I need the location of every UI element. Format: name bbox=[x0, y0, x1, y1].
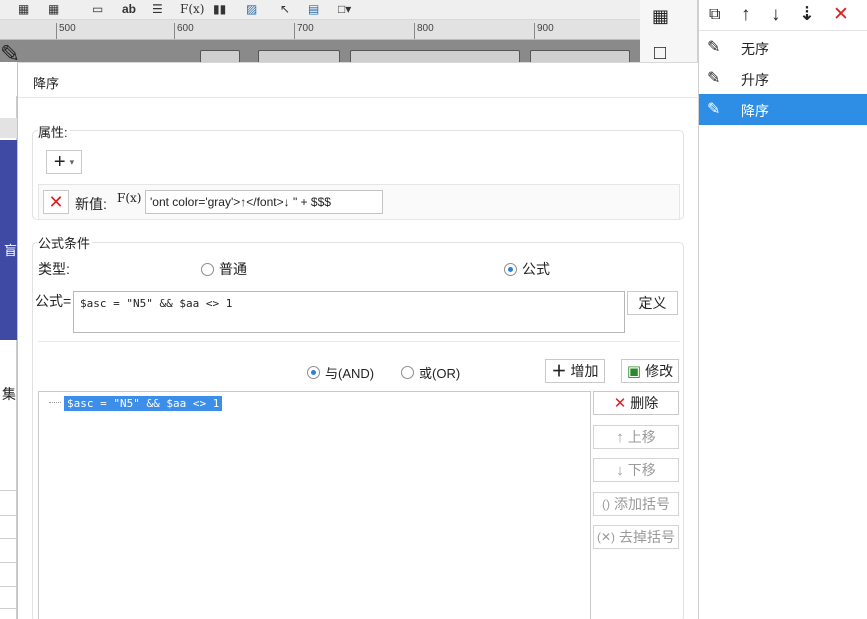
button-label: 去掉括号 bbox=[619, 529, 676, 545]
condition-item-descending[interactable]: ✎ 降序 bbox=[699, 94, 867, 125]
sort-down-icon[interactable]: ⇣ bbox=[799, 4, 815, 26]
ruler: 500 600 700 800 900 bbox=[0, 20, 640, 40]
define-button[interactable]: 定义 bbox=[627, 291, 678, 315]
editor-canvas-strip bbox=[0, 40, 640, 64]
logic-radio-or[interactable]: 或(OR) bbox=[401, 363, 460, 382]
radio-circle bbox=[504, 262, 517, 276]
arrow-down-icon[interactable]: ↓ bbox=[771, 4, 781, 26]
plus-icon: + bbox=[53, 150, 66, 173]
pencil-icon: ✎ bbox=[707, 70, 721, 87]
sheet-edge-line bbox=[0, 490, 17, 491]
type-radio-normal[interactable]: 普通 bbox=[201, 259, 247, 279]
button-label: 删除 bbox=[630, 395, 659, 411]
modify-condition-button[interactable]: ▣ 修改 bbox=[621, 359, 679, 383]
logic-radio-and[interactable]: 与(AND) bbox=[307, 363, 374, 382]
move-up-button[interactable]: ↑ 上移 bbox=[593, 425, 679, 449]
panel-toolbar: ⧉ ↑ ↓ ⇣ ✕ bbox=[699, 0, 867, 31]
button-label: 添加括号 bbox=[614, 496, 670, 512]
condition-list[interactable]: $asc = "N5" && $aa <> 1 bbox=[38, 391, 591, 619]
formula-condition-legend: 公式条件 bbox=[38, 233, 93, 252]
condition-item-label: 降序 bbox=[741, 103, 769, 119]
divider bbox=[38, 341, 680, 342]
add-condition-button[interactable]: ＋ 增加 bbox=[545, 359, 605, 383]
radio-circle bbox=[201, 262, 214, 276]
sheet-edge-char: 集 bbox=[2, 386, 16, 402]
cell-properties-icon[interactable]: ▦ bbox=[652, 6, 669, 27]
document-icon[interactable]: ▤ bbox=[308, 2, 319, 16]
ruler-tick: 600 bbox=[174, 23, 194, 39]
plus-icon: ＋ bbox=[551, 362, 567, 380]
condition-list-panel: ⧉ ↑ ↓ ⇣ ✕ ✎ 无序 ✎ 升序 ✎ 降序 bbox=[698, 0, 867, 619]
condition-item-label: 升序 bbox=[741, 72, 769, 88]
ruler-tick: 500 bbox=[56, 23, 76, 39]
condition-item-ascending[interactable]: ✎ 升序 bbox=[699, 63, 867, 94]
ruler-tick: 700 bbox=[294, 23, 314, 39]
bar-chart-icon[interactable]: ▮▮ bbox=[213, 2, 226, 16]
arrow-up-icon: ↑ bbox=[616, 428, 624, 446]
button-label: 下移 bbox=[627, 462, 656, 478]
grid-icon[interactable]: ▦ bbox=[18, 2, 29, 16]
delete-condition-button[interactable]: ✕ 删除 bbox=[593, 391, 679, 415]
arrow-down-icon: ↓ bbox=[616, 461, 624, 479]
radio-label: 或(OR) bbox=[419, 366, 461, 381]
sheet-edge-header bbox=[0, 118, 17, 138]
radio-circle bbox=[401, 366, 414, 379]
radio-label: 与(AND) bbox=[325, 366, 375, 381]
ruler-tick: 900 bbox=[534, 23, 554, 39]
sheet-edge-line bbox=[0, 608, 17, 609]
condition-item-label: 无序 bbox=[741, 41, 769, 57]
chevron-down-icon: ▾ bbox=[69, 156, 75, 167]
button-label: 上移 bbox=[627, 429, 656, 445]
type-radio-formula[interactable]: 公式 bbox=[504, 259, 550, 279]
sheet-edge-line bbox=[0, 586, 17, 587]
add-attribute-button[interactable]: + ▾ bbox=[46, 150, 82, 174]
remove-attribute-button[interactable]: ✕ bbox=[43, 190, 69, 214]
delete-icon[interactable]: ✕ bbox=[833, 4, 849, 26]
button-label: 增加 bbox=[570, 363, 599, 379]
edit-icon: ▣ bbox=[626, 362, 642, 380]
text-ab-icon[interactable]: ab bbox=[122, 2, 136, 16]
formula-icon[interactable]: F(x) bbox=[180, 2, 204, 16]
formula-input[interactable]: $asc = "N5" && $aa <> 1 bbox=[73, 291, 625, 333]
radio-label: 普通 bbox=[219, 261, 247, 277]
radio-circle bbox=[307, 366, 320, 379]
type-label: 类型: bbox=[38, 261, 70, 277]
close-icon: ✕ bbox=[613, 394, 627, 412]
formula-label: 公式= bbox=[35, 293, 72, 309]
pencil-icon: ✎ bbox=[707, 39, 721, 56]
textbox-icon[interactable]: ▭ bbox=[92, 2, 103, 16]
table-icon[interactable]: ▦ bbox=[48, 2, 59, 16]
formula-icon[interactable]: F(x) bbox=[117, 191, 141, 205]
ruler-tick: 800 bbox=[414, 23, 434, 39]
sheet-edge-line bbox=[0, 515, 17, 516]
sheet-edge-line bbox=[0, 538, 17, 539]
add-bracket-button[interactable]: () 添加括号 bbox=[593, 492, 679, 516]
remove-brackets-icon: (✕) bbox=[596, 530, 616, 544]
align-icon[interactable]: ☰ bbox=[152, 2, 163, 16]
button-label: 修改 bbox=[645, 363, 674, 379]
attributes-legend: 属性: bbox=[38, 122, 70, 141]
remove-bracket-button[interactable]: (✕) 去掉括号 bbox=[593, 525, 679, 549]
copy-icon[interactable]: ⧉ bbox=[709, 4, 720, 26]
pencil-icon: ✎ bbox=[707, 101, 721, 118]
radio-label: 公式 bbox=[522, 261, 550, 277]
new-value-input[interactable]: 'ont color='gray'>↑</font>↓ " + $$$ bbox=[145, 190, 383, 214]
image-icon[interactable]: ▨ bbox=[246, 2, 257, 16]
sheet-edge-line bbox=[0, 562, 17, 563]
divider bbox=[18, 97, 699, 98]
dialog-title: 降序 bbox=[33, 76, 60, 91]
pointer-icon[interactable]: ↖ bbox=[280, 2, 290, 16]
condition-dialog: 降序 属性: + ▾ ✕ 新值: F(x) 'ont color='gray'>↑… bbox=[17, 62, 699, 619]
new-value-label: 新值: bbox=[75, 196, 107, 212]
move-down-button[interactable]: ↓ 下移 bbox=[593, 458, 679, 482]
condition-item-none[interactable]: ✎ 无序 bbox=[699, 32, 867, 63]
tree-connector bbox=[49, 402, 61, 403]
arrow-up-icon[interactable]: ↑ bbox=[741, 4, 751, 26]
brackets-icon: () bbox=[602, 497, 610, 511]
condition-item[interactable]: $asc = "N5" && $aa <> 1 bbox=[64, 396, 223, 411]
cell-icon[interactable]: □▾ bbox=[338, 2, 351, 16]
editor-toolbar: ▦ ▦ ▭ ab ☰ F(x) ▮▮ ▨ ↖ ▤ □▾ bbox=[0, 0, 640, 20]
sheet-edge-char: 盲 bbox=[4, 243, 18, 258]
